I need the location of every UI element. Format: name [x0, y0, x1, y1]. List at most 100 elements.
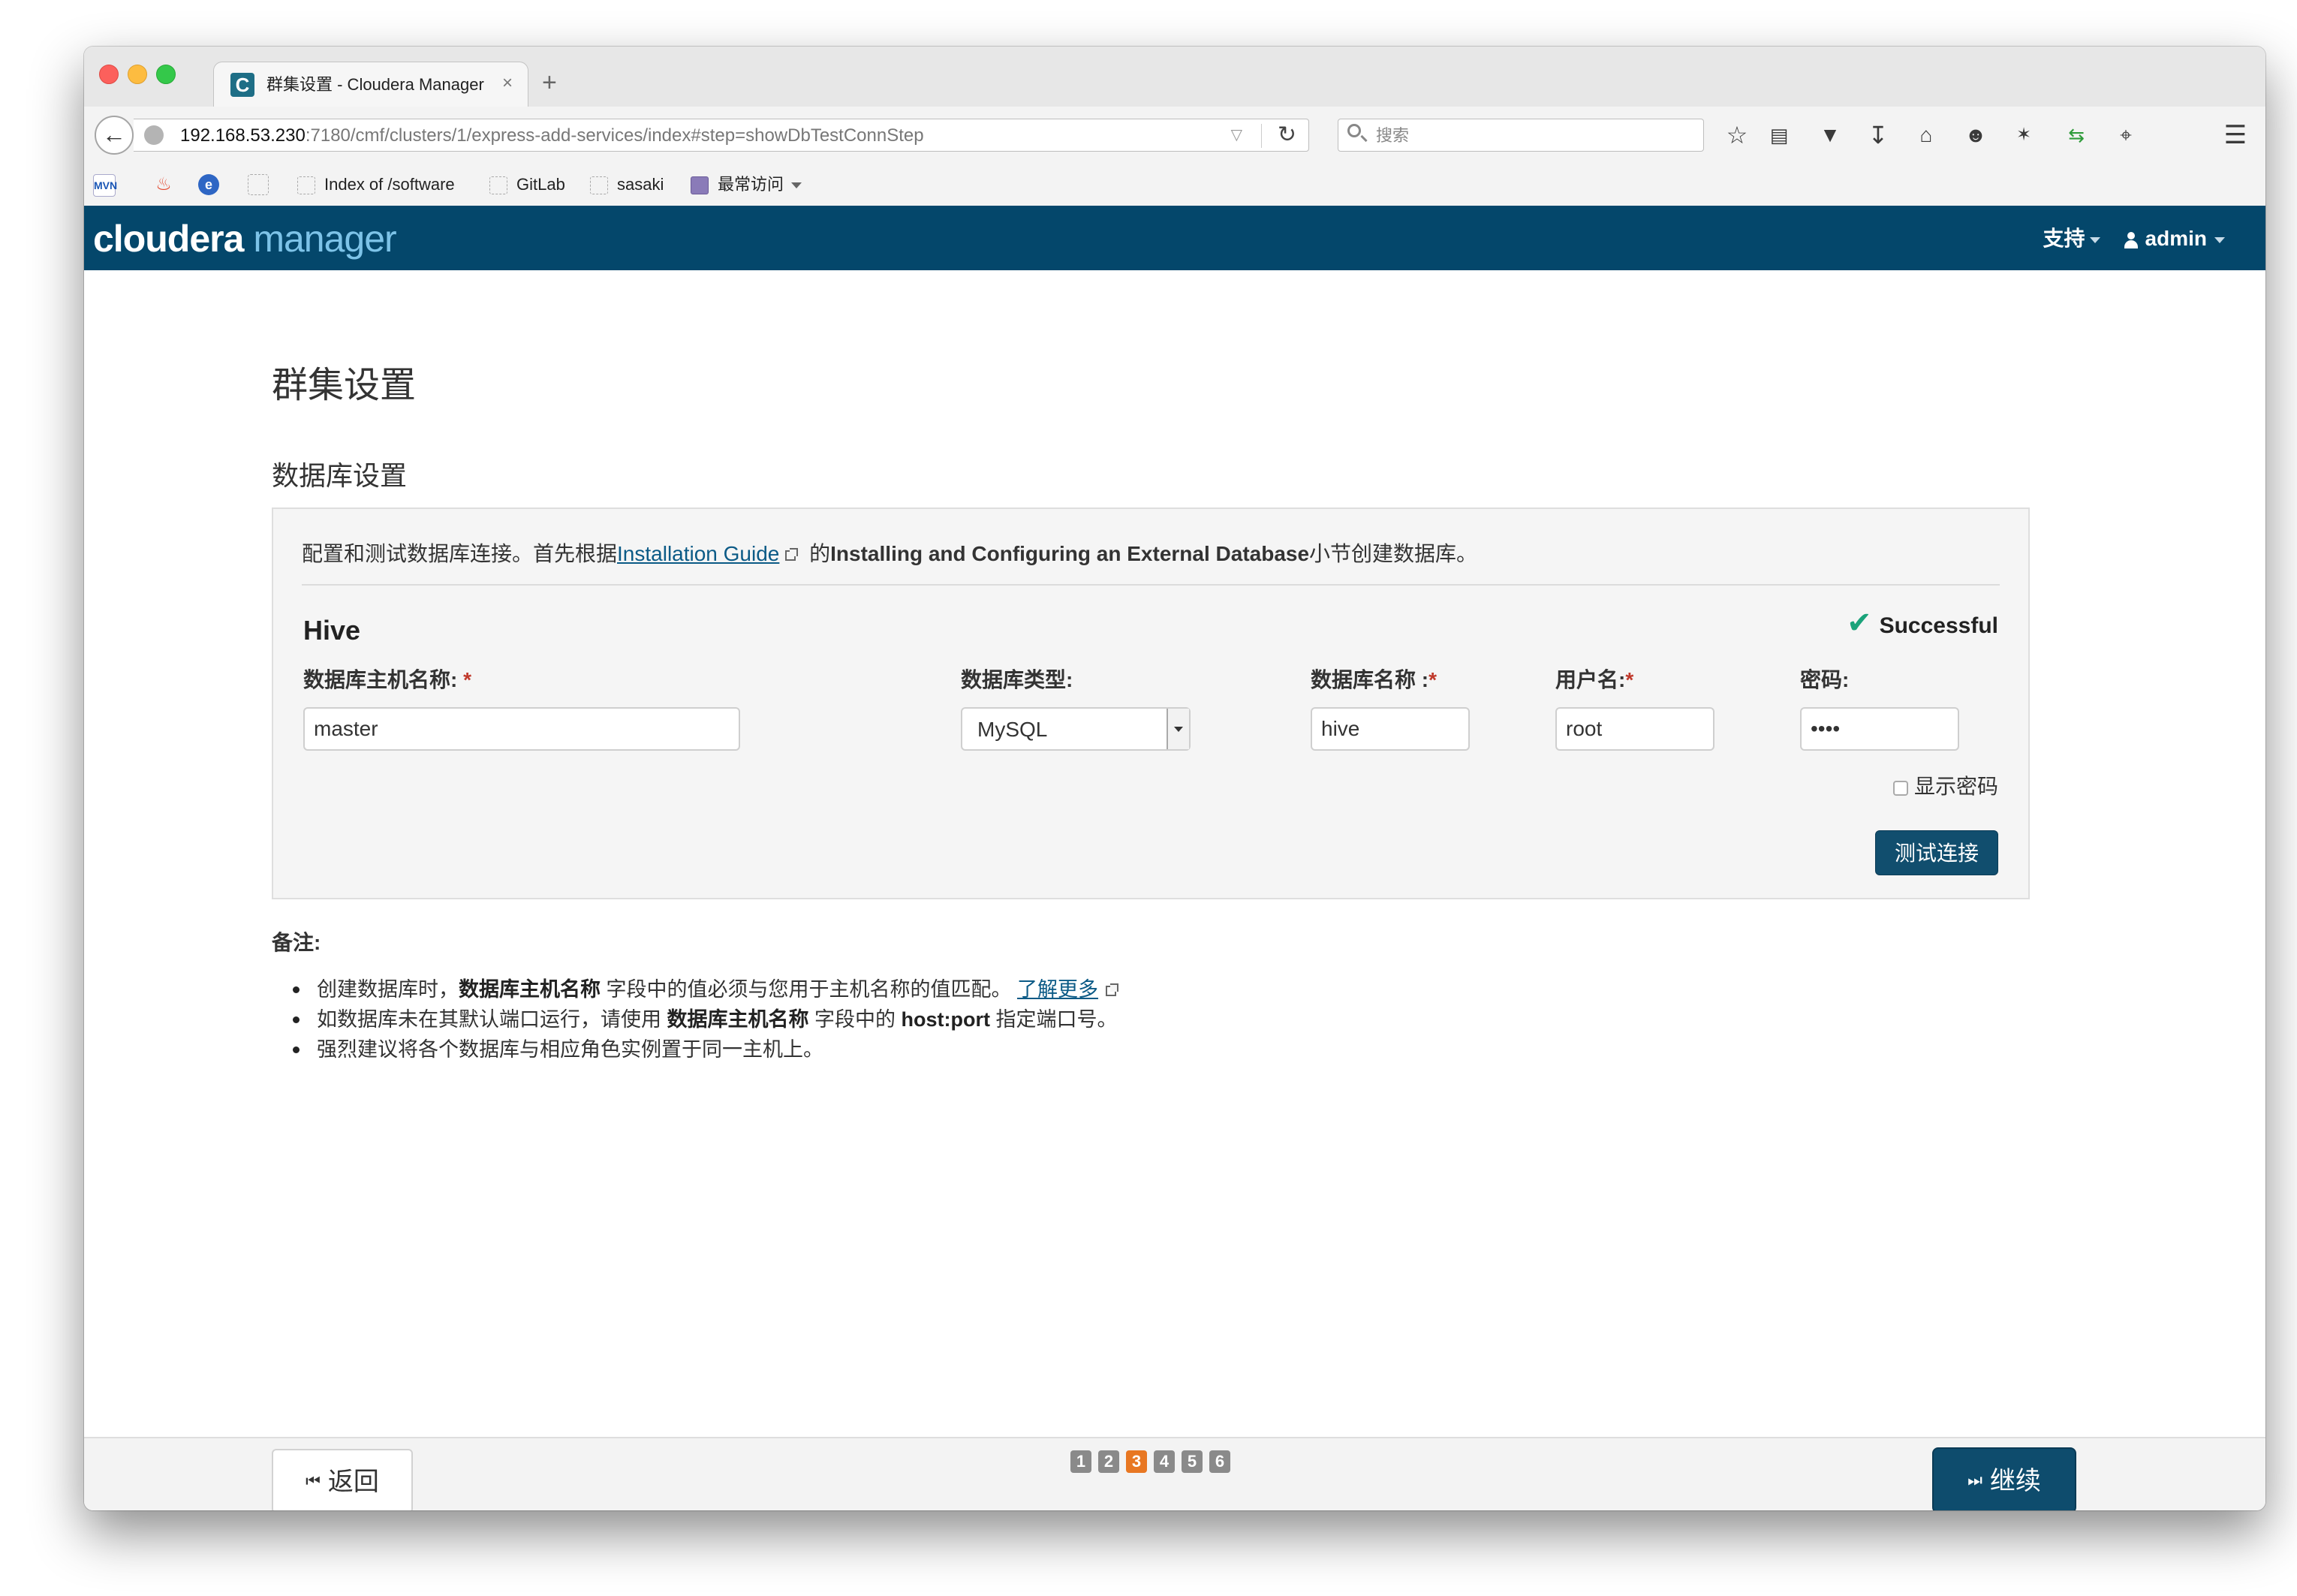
required-marker: * [1428, 668, 1438, 691]
step-4: 4 [1154, 1450, 1175, 1473]
note-bold: 数据库主机名称 [459, 978, 601, 1001]
db-name-label: 数据库名称 :* [1311, 667, 1437, 694]
username-label: 用户名:* [1555, 667, 1633, 694]
installation-guide-link[interactable]: Installation Guide [617, 542, 779, 565]
chevron-down-icon [791, 182, 802, 189]
show-password-checkbox[interactable] [1892, 780, 1908, 796]
step-indicator: 123456 [1070, 1450, 1237, 1476]
user-menu[interactable]: admin [2145, 227, 2207, 250]
username-label-text: 用户名: [1555, 668, 1626, 691]
note-item: 强烈建议将各个数据库与相应角色实例置于同一主机上。 [288, 1034, 1124, 1065]
pocket-icon[interactable]: ▼ [1814, 119, 1847, 152]
password-input[interactable] [1800, 707, 1959, 751]
checkmark-icon: ✔ [1847, 607, 1872, 640]
db-host-input[interactable] [303, 707, 740, 751]
show-password-label: 显示密码 [1913, 775, 1998, 798]
user-icon [2123, 231, 2139, 248]
download-icon[interactable]: ↧ [1862, 119, 1895, 152]
zoom-window-button[interactable] [156, 65, 176, 84]
note-text: 字段中的值必须与您用于主机名称的值匹配。 [601, 978, 1018, 1001]
wizard-footer: ⏮ 返回 123456 ⏭ 继续 [84, 1437, 2265, 1510]
gear-folder-icon [691, 176, 709, 195]
crop-icon[interactable]: ⌖ [2109, 119, 2142, 152]
addon-icon[interactable]: ✶ [2007, 119, 2040, 152]
folder-icon [489, 176, 507, 195]
note-text: 如数据库未在其默认端口运行，请使用 [317, 1008, 667, 1031]
support-menu[interactable]: 支持 [2043, 227, 2085, 250]
db-type-label: 数据库类型: [961, 668, 1073, 691]
database-settings-panel: 配置和测试数据库连接。首先根据Installation Guide 的Insta… [272, 507, 2030, 899]
maven-icon[interactable]: MVN [93, 174, 117, 197]
search-bar[interactable]: 搜索 [1338, 119, 1704, 152]
external-link-icon [1106, 983, 1119, 996]
bookmark-label: sasaki [617, 175, 664, 194]
flame-icon[interactable]: ♨ [153, 174, 174, 195]
url-path: :7180/cmf/clusters/1/express-add-service… [305, 125, 924, 146]
continue-button-label: 继续 [1989, 1467, 2041, 1495]
db-name-label-text: 数据库名称 : [1311, 668, 1429, 691]
blank-icon[interactable] [248, 174, 269, 195]
back-button[interactable]: ⏮ 返回 [272, 1449, 413, 1510]
reading-list-icon[interactable]: ▤ [1763, 119, 1796, 152]
sync-icon[interactable]: ⇆ [2060, 119, 2093, 152]
tab-close-icon[interactable]: × [502, 71, 513, 95]
step-1: 1 [1070, 1450, 1091, 1473]
step-2: 2 [1098, 1450, 1119, 1473]
bookmark-gitlab[interactable]: GitLab [489, 173, 565, 197]
status-badge: ✔ Successful [1847, 608, 1998, 641]
globe-icon [144, 125, 164, 145]
skip-forward-icon: ⏭ [1967, 1471, 1982, 1490]
note-text: 指定端口号。 [990, 1008, 1118, 1031]
chevron-down-icon [2089, 236, 2100, 243]
learn-more-link[interactable]: 了解更多 [1017, 978, 1098, 1001]
intro-prefix: 配置和测试数据库连接。首先根据 [302, 542, 618, 565]
bookmark-sasaki[interactable]: sasaki [590, 173, 664, 197]
main-content: 群集设置 数据库设置 配置和测试数据库连接。首先根据Installation G… [84, 270, 2265, 1437]
db-type-value: MySQL [977, 718, 1048, 741]
chat-icon[interactable]: ☻ [1959, 119, 1992, 152]
note-text: 强烈建议将各个数据库与相应角色实例置于同一主机上。 [317, 1038, 823, 1061]
title-bar: C 群集设置 - Cloudera Manager × + [84, 47, 2265, 107]
intro-mid: 的 [803, 542, 831, 565]
bookmark-label: 最常访问 [718, 175, 784, 194]
note-text: 字段中的 [808, 1008, 902, 1031]
db-name-input[interactable] [1311, 707, 1470, 751]
minimize-window-button[interactable] [128, 65, 147, 84]
url-dropdown-icon[interactable]: ▽ [1231, 124, 1242, 146]
show-password-toggle[interactable]: 显示密码 [1892, 773, 1998, 800]
address-bar[interactable]: 192.168.53.230:7180/cmf/clusters/1/expre… [134, 119, 1309, 152]
menu-icon[interactable]: ☰ [2219, 119, 2252, 152]
logo-word-cloudera: cloudera [93, 218, 244, 260]
note-item: 如数据库未在其默认端口运行，请使用 数据库主机名称 字段中的 host:port… [288, 1004, 1124, 1034]
folder-icon [297, 176, 315, 195]
external-link-icon [785, 547, 799, 561]
browser-tab[interactable]: C 群集设置 - Cloudera Manager × [213, 62, 528, 107]
reload-icon[interactable]: ↻ [1278, 122, 1296, 148]
bookmark-label: Index of /software [324, 175, 455, 194]
db-type-select[interactable]: MySQL [961, 707, 1191, 751]
bookmark-most-visited[interactable]: 最常访问 [691, 173, 802, 197]
search-icon [1347, 124, 1361, 137]
bookmark-index-software[interactable]: Index of /software [297, 173, 455, 197]
url-text[interactable]: 192.168.53.230:7180/cmf/clusters/1/expre… [180, 125, 924, 147]
note-bold: host:port [901, 1008, 990, 1031]
note-item: 创建数据库时，数据库主机名称 字段中的值必须与您用于主机名称的值匹配。 了解更多 [288, 974, 1124, 1004]
cloudera-manager-logo[interactable]: cloudera manager [93, 216, 397, 261]
intro-bold: Installing and Configuring an External D… [830, 542, 1310, 565]
close-window-button[interactable] [99, 65, 119, 84]
back-button-label: 返回 [327, 1468, 379, 1496]
username-input[interactable] [1555, 707, 1714, 751]
search-placeholder: 搜索 [1376, 126, 1410, 145]
star-icon[interactable]: ☆ [1720, 119, 1754, 152]
new-tab-button[interactable]: + [542, 68, 557, 98]
edge-icon[interactable]: e [198, 174, 219, 195]
continue-button[interactable]: ⏭ 继续 [1932, 1447, 2076, 1510]
cloudera-favicon-icon: C [230, 73, 254, 97]
home-icon[interactable]: ⌂ [1910, 119, 1943, 152]
host-label: 数据库主机名称: * [303, 667, 471, 694]
host-label-text: 数据库主机名称: [303, 668, 458, 691]
test-connection-button[interactable]: 测试连接 [1875, 830, 1998, 875]
back-arrow-icon[interactable]: ← [95, 116, 134, 155]
bookmarks-bar: MVN ♨ e Index of /software GitLab sasaki… [84, 164, 2265, 206]
skip-back-icon: ⏮ [306, 1471, 321, 1491]
